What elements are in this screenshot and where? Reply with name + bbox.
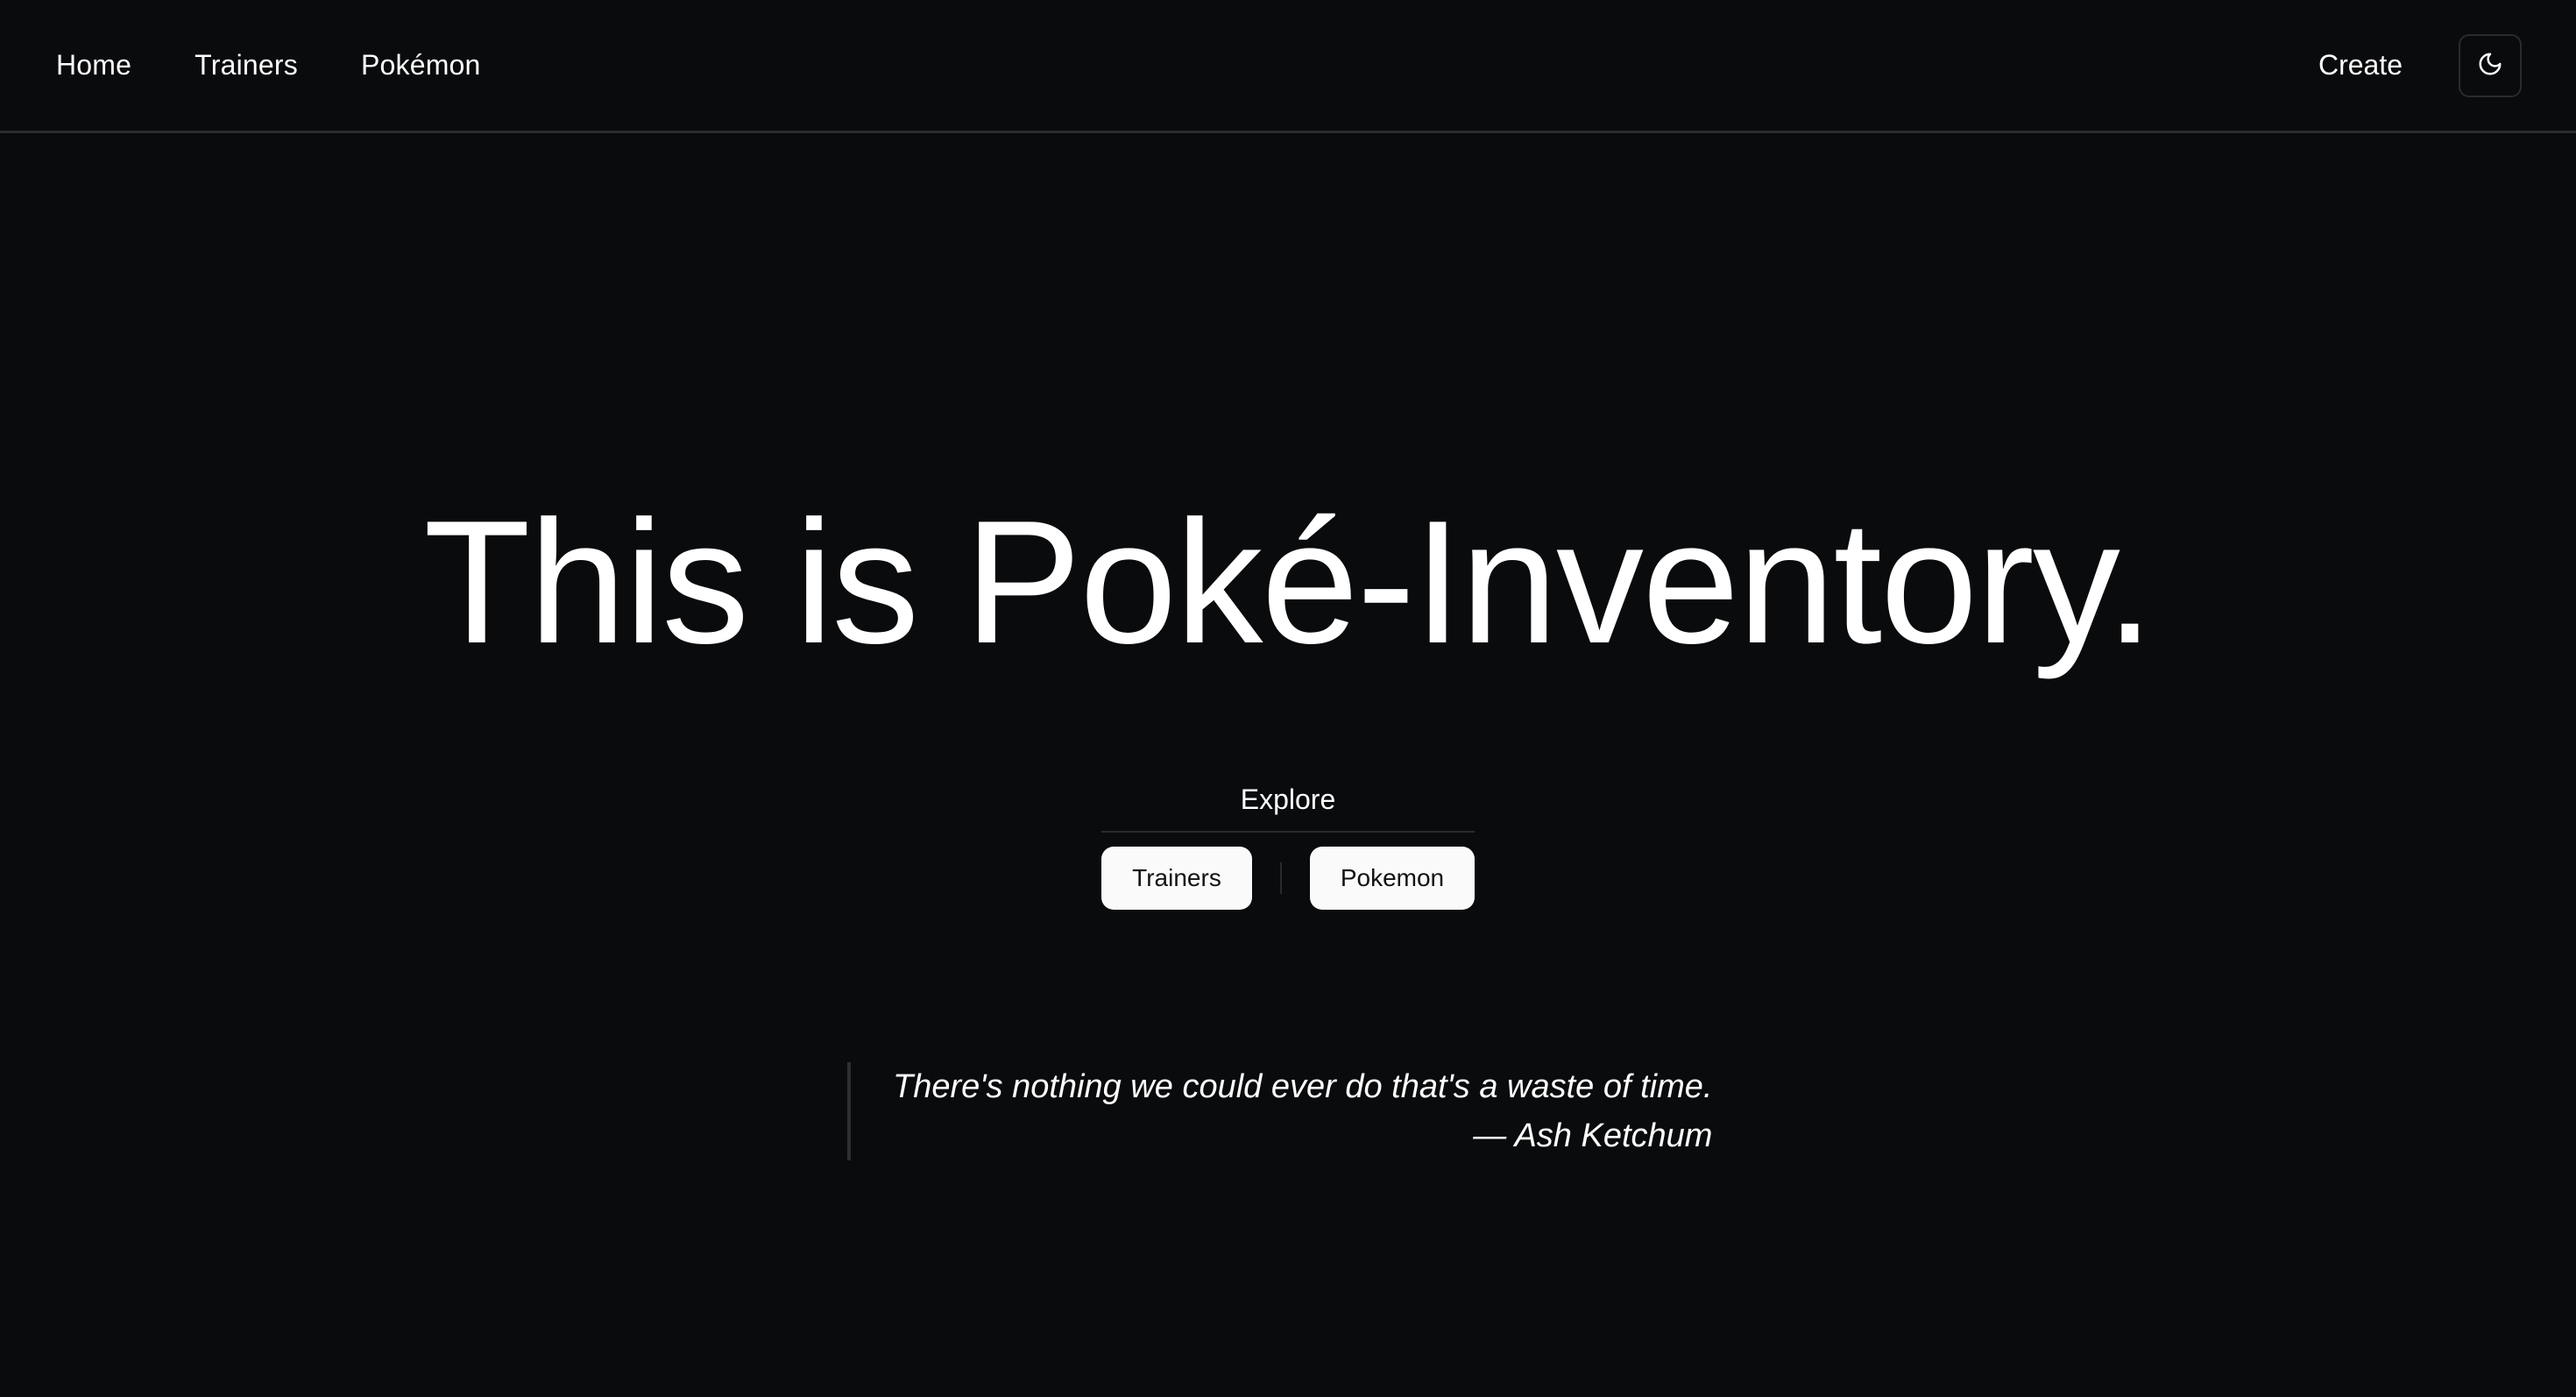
- quote-block: There's nothing we could ever do that's …: [847, 1062, 1712, 1160]
- explore-button-separator: [1280, 862, 1282, 894]
- create-link[interactable]: Create: [2318, 49, 2403, 82]
- explore-trainers-button[interactable]: Trainers: [1101, 847, 1252, 910]
- explore-divider: [1101, 831, 1475, 833]
- hero-title: This is Poké-Inventory.: [423, 485, 2154, 680]
- explore-pokemon-button[interactable]: Pokemon: [1310, 847, 1475, 910]
- explore-buttons: Trainers Pokemon: [1101, 847, 1475, 910]
- explore-label: Explore: [1240, 784, 1336, 815]
- nav-link-home[interactable]: Home: [56, 49, 131, 82]
- nav-actions: Create: [2318, 33, 2522, 97]
- top-navbar: Home Trainers Pokémon Create: [0, 0, 2576, 133]
- explore-section: Explore Trainers Pokemon: [1101, 777, 1475, 910]
- moon-icon: [2477, 51, 2503, 80]
- quote-author: — Ash Ketchum: [1473, 1117, 1713, 1154]
- primary-nav: Home Trainers Pokémon: [56, 49, 481, 82]
- nav-link-trainers[interactable]: Trainers: [195, 49, 298, 82]
- quote-text: There's nothing we could ever do that's …: [893, 1068, 1713, 1105]
- theme-toggle-button[interactable]: [2459, 33, 2522, 97]
- nav-link-pokemon[interactable]: Pokémon: [361, 49, 481, 82]
